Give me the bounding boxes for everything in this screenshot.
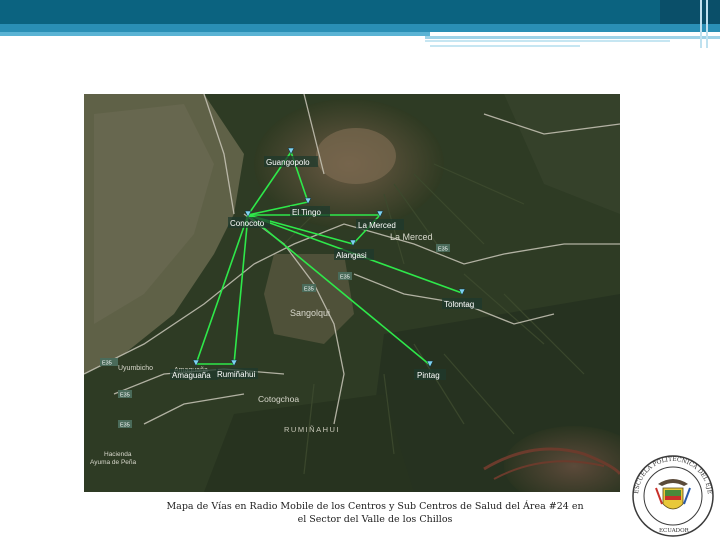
institution-seal: ESCUELA POLITECNICA DEL EJERCITO ECUADOR (626, 447, 718, 538)
node-label-amaguana: Amaguaña (172, 371, 211, 380)
header-stripe-thin (425, 36, 720, 39)
road-shield: E35 (340, 275, 350, 281)
header-edge-line (706, 0, 708, 48)
place-label-ayuma: Ayuma de Peña (90, 459, 137, 466)
header-stripe-thin (0, 32, 430, 36)
road-shield: E35 (304, 287, 314, 293)
node-label-conocoto: Conocoto (230, 219, 265, 228)
place-label-ruminahui: RUMIÑAHUI (284, 425, 340, 434)
node-label-pintag: Pintag (417, 371, 440, 380)
place-label-hacienda: Hacienda (104, 451, 132, 458)
caption-line-2: el Sector del Valle de los Chillos (297, 514, 453, 525)
road-shield: E35 (120, 423, 130, 429)
header-bar (0, 0, 720, 24)
node-label-rumipamba: Rumiñahui (217, 370, 255, 379)
map-caption: Mapa de Vías en Radio Mobile de los Cent… (150, 500, 600, 526)
caption-line-1: Mapa de Vías en Radio Mobile de los Cent… (166, 501, 584, 512)
node-label-el-tingo: El Tingo (292, 208, 321, 217)
road-shield: E35 (120, 393, 130, 399)
place-label-uyumbicho: Uyumbicho (118, 365, 153, 372)
road-shield: E35 (438, 247, 448, 253)
header-stripe-thin (425, 40, 670, 42)
map-canvas: La Merced Sangolqui Cotogchoa RUMIÑAHUI … (84, 94, 620, 492)
place-label-la-merced: La Merced (390, 232, 433, 242)
header-bar-accent (660, 0, 720, 24)
node-label-la-merced: La Merced (358, 221, 396, 230)
node-label-tolontag: Tolontag (444, 300, 474, 309)
radio-mobile-map: La Merced Sangolqui Cotogchoa RUMIÑAHUI … (84, 94, 620, 492)
header-stripe (0, 24, 720, 32)
seal-country-text: ECUADOR (659, 528, 690, 534)
header-edge-line (700, 0, 702, 48)
node-label-guangopolo: Guangopolo (266, 158, 310, 167)
place-label-sangolqui: Sangolqui (290, 308, 330, 318)
road-shield: E35 (102, 361, 112, 367)
place-label-cotogchoa: Cotogchoa (258, 394, 299, 404)
header-stripe-thin (430, 45, 580, 47)
node-label-alangasi: Alangasi (336, 251, 367, 260)
seal-emblem-icon: ESCUELA POLITECNICA DEL EJERCITO ECUADOR (626, 447, 714, 537)
